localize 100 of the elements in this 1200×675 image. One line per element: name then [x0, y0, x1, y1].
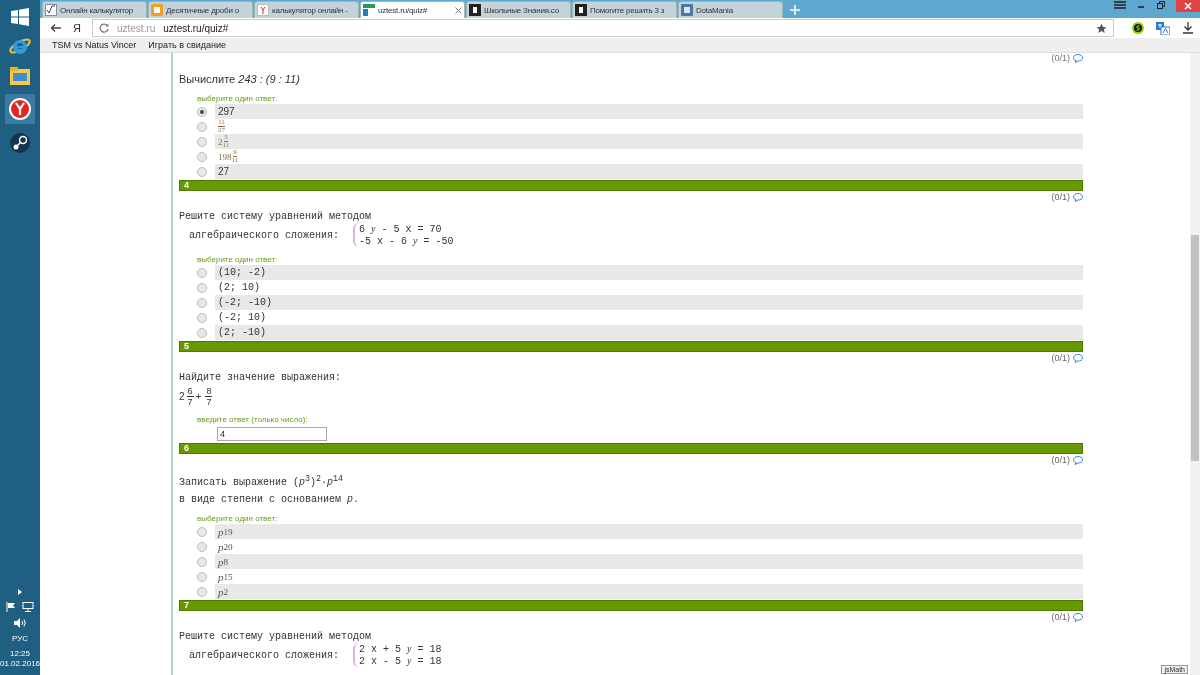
fraction: 8 7 — [204, 386, 213, 407]
bookmark-star-icon[interactable] — [1096, 22, 1107, 34]
comment-icon[interactable] — [1073, 53, 1083, 63]
radio-button[interactable] — [197, 282, 207, 293]
close-icon[interactable] — [1184, 2, 1192, 10]
flag-icon[interactable] — [6, 602, 16, 612]
browser-tab[interactable]: Онлайн калькулятор — [42, 1, 147, 18]
comment-icon[interactable] — [1073, 192, 1083, 202]
clock-time[interactable]: 12:25 — [10, 649, 30, 659]
menu-icon[interactable] — [1114, 0, 1126, 10]
question-text: Вычислите 243 : (9 : 11) — [179, 73, 301, 86]
close-tab-icon[interactable] — [455, 6, 462, 14]
equation: -5 x - 6 y = -50 — [359, 235, 454, 247]
comment-icon[interactable] — [1073, 353, 1083, 363]
download-icon[interactable] — [1182, 22, 1194, 34]
radio-button[interactable] — [197, 556, 207, 567]
radio-button[interactable] — [197, 541, 207, 552]
radio-button[interactable] — [197, 526, 207, 537]
question-text: алгебраического сложения: — [189, 228, 340, 242]
question-text: алгебраического сложения: — [189, 648, 340, 662]
bookmark-link[interactable]: Играть в свидание — [148, 40, 227, 50]
steam-icon[interactable] — [9, 132, 31, 154]
browser-tab[interactable]: Школьные Знания.со — [466, 1, 571, 18]
square-logo-icon — [575, 4, 587, 16]
equation: 2 x + 5 y = 18 — [359, 643, 442, 656]
restore-icon[interactable] — [1156, 0, 1166, 10]
address-bar[interactable]: uztest.ru uztest.ru/quiz# — [91, 19, 1114, 37]
bookmark-link[interactable]: TSM vs Natus Vincer — [52, 40, 137, 50]
question-score: (0/1) — [1051, 455, 1070, 465]
question-score: (0/1) — [1051, 612, 1070, 623]
scrollbar-thumb[interactable] — [1191, 235, 1199, 461]
answer-option[interactable]: 27 — [215, 164, 1083, 179]
chevron-right-icon[interactable] — [17, 588, 23, 596]
square-logo-icon — [469, 4, 481, 16]
answer-option[interactable]: 297 — [215, 104, 1083, 119]
comment-icon[interactable] — [1073, 455, 1083, 465]
browser-tab[interactable]: Помогите решить 3 з — [572, 1, 677, 18]
answer-option[interactable]: (-2; -10) — [215, 295, 1083, 310]
browser-tab[interactable]: Десятичные дроби о — [148, 1, 253, 18]
operator: + — [195, 391, 202, 402]
radio-button[interactable] — [197, 327, 207, 338]
question-number-bar: 7 — [179, 600, 1083, 612]
close-button[interactable] — [1176, 0, 1200, 12]
extension-icon[interactable] — [1132, 22, 1144, 34]
square-logo-icon — [681, 4, 693, 16]
radio-button[interactable] — [197, 106, 207, 117]
site-logo-icon — [363, 4, 375, 16]
question-text: Решите систему уравнений методом — [179, 210, 373, 223]
yandex-home-button[interactable]: Я — [70, 22, 84, 34]
radio-button[interactable] — [197, 267, 207, 278]
radio-button[interactable] — [197, 312, 207, 323]
answer-option[interactable]: (2; 10) — [215, 280, 1083, 295]
browser-tab[interactable]: DotaMania — [678, 1, 783, 18]
comment-icon[interactable] — [1073, 612, 1083, 622]
speaker-icon[interactable] — [14, 618, 26, 628]
question-score: (0/1) — [1051, 53, 1070, 63]
yandex-browser-icon[interactable] — [8, 97, 32, 121]
square-logo-icon — [151, 4, 163, 16]
browser-tab[interactable]: калькулятор онлайн - — [254, 1, 359, 18]
answer-option[interactable]: (2; -10) — [215, 325, 1083, 340]
question-score: (0/1) — [1051, 353, 1070, 363]
answer-option[interactable]: (10; -2) — [215, 265, 1083, 280]
radio-button[interactable] — [197, 121, 207, 132]
question-number-bar: 6 — [179, 443, 1083, 454]
keyboard-language[interactable]: РУС — [12, 634, 28, 643]
answer-hint: выберите один ответ: — [197, 255, 279, 264]
equation: 6 y - 5 x = 70 — [359, 223, 443, 235]
translate-icon[interactable] — [1156, 21, 1170, 35]
yandex-icon — [257, 4, 269, 16]
formula-icon — [45, 4, 57, 16]
answer-hint: выберите один ответ: — [197, 514, 279, 524]
question-score: (0/1) — [1051, 192, 1070, 202]
windows-logo-icon[interactable] — [11, 8, 29, 26]
reload-icon[interactable] — [98, 23, 109, 33]
radio-button[interactable] — [197, 571, 207, 582]
scrollbar[interactable] — [1190, 53, 1200, 675]
question-number-bar: 4 — [179, 180, 1083, 191]
radio-button[interactable] — [197, 166, 207, 177]
folder-icon[interactable] — [9, 66, 31, 86]
question-number-bar: 5 — [179, 341, 1083, 352]
network-icon[interactable] — [22, 602, 34, 612]
question-text: Записать выражение (p$^{3}$)$^{2}$·p$^{14}$ — [179, 473, 345, 490]
page-domain: uztest.ru — [116, 22, 156, 34]
radio-button[interactable] — [197, 297, 207, 308]
question-text: в виде степени с основанием p. — [179, 493, 361, 507]
radio-button[interactable] — [197, 586, 207, 597]
answer-hint: выберите один ответ: — [197, 94, 279, 103]
clock-date[interactable]: 01.02.2016 — [0, 659, 41, 669]
question-text: Решите систему уравнений методом — [179, 630, 373, 644]
radio-button[interactable] — [197, 136, 207, 147]
answer-input-field[interactable]: 4 — [217, 427, 327, 441]
equation: 2 x - 5 y = 18 — [359, 655, 442, 668]
radio-button[interactable] — [197, 151, 207, 162]
page-url: uztest.ru/quiz# — [163, 22, 229, 34]
answer-hint: введите ответ (только число): — [197, 415, 309, 424]
back-arrow-icon[interactable] — [50, 23, 62, 33]
answer-option[interactable]: (-2; 10) — [215, 310, 1083, 325]
browser-tab[interactable]: uztest.ru/quiz# — [360, 1, 465, 18]
new-tab-icon[interactable] — [790, 5, 800, 15]
question-text: Найдите значение выражения: — [179, 371, 343, 384]
